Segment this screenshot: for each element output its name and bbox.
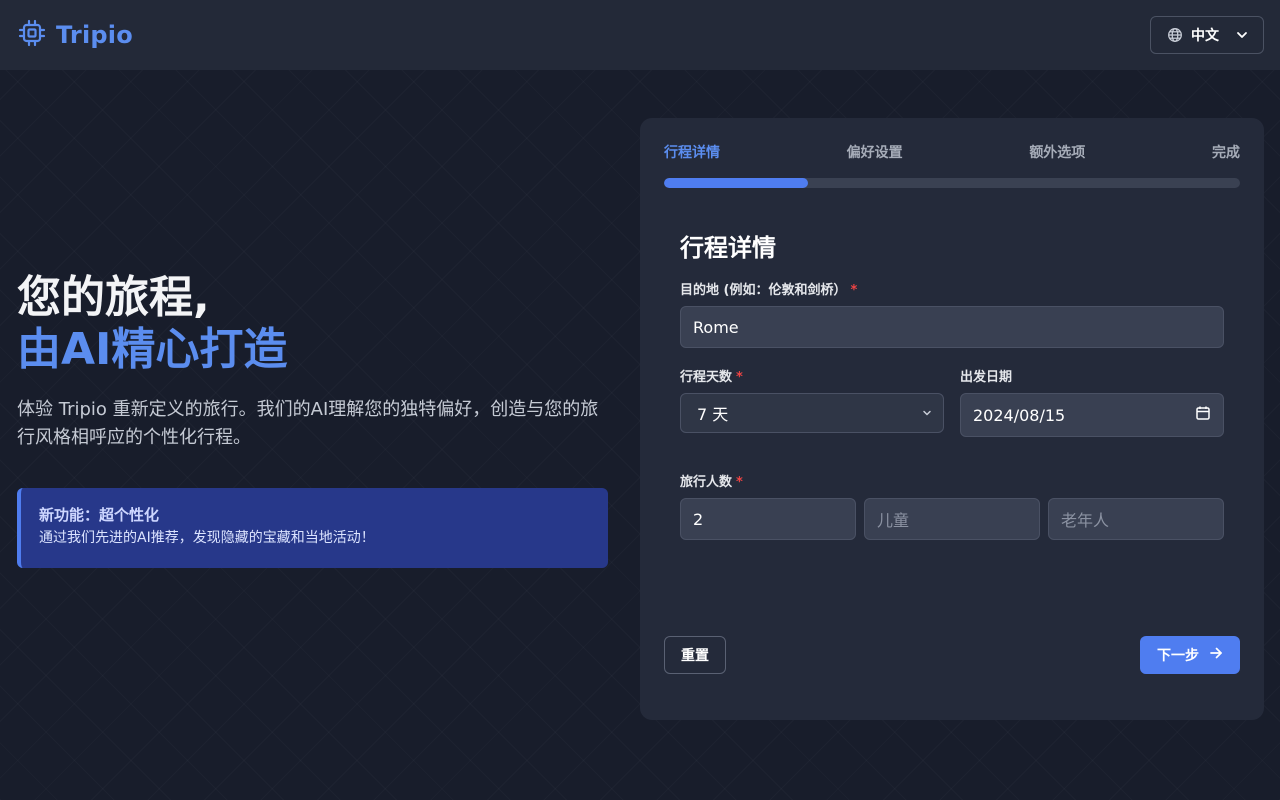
destination-input[interactable]: Rome	[680, 306, 1224, 348]
trip-form-card: 行程详情 偏好设置 额外选项 完成 行程详情 目的地 (例如：伦敦和剑桥） * R…	[640, 118, 1264, 720]
departure-date-value: 2024/08/15	[973, 405, 1066, 425]
hero-title-line2: 由AI精心打造	[17, 324, 288, 375]
children-placeholder: 儿童	[877, 511, 910, 530]
step-extra-options[interactable]: 额外选项	[1029, 142, 1085, 162]
step-preferences[interactable]: 偏好设置	[847, 142, 903, 162]
hero-title-line1: 您的旅程,	[17, 272, 210, 323]
seniors-input[interactable]: 老年人	[1048, 498, 1224, 540]
arrow-right-icon	[1209, 646, 1223, 664]
days-value: 7 天	[697, 405, 729, 424]
travelers-label: 旅行人数 *	[680, 475, 743, 490]
progress-bar-fill	[664, 178, 808, 188]
calendar-icon[interactable]	[1195, 405, 1211, 425]
progress-bar	[664, 178, 1240, 188]
destination-label: 目的地 (例如：伦敦和剑桥） *	[680, 283, 858, 298]
children-input[interactable]: 儿童	[864, 498, 1040, 540]
departure-date-label: 出发日期	[960, 370, 1013, 385]
reset-button[interactable]: 重置	[664, 636, 726, 674]
stepper: 行程详情 偏好设置 额外选项 完成	[664, 142, 1240, 162]
form-title: 行程详情	[680, 234, 776, 262]
destination-value: Rome	[693, 317, 739, 337]
adults-input[interactable]: 2	[680, 498, 856, 540]
cpu-chip-icon	[18, 19, 46, 51]
language-selector[interactable]: 中文	[1150, 16, 1264, 54]
globe-icon	[1167, 27, 1183, 43]
days-label: 行程天数 *	[680, 370, 743, 385]
top-bar: Tripio 中文	[0, 0, 1280, 70]
hero-description: 体验 Tripio 重新定义的旅行。我们的AI理解您的独特偏好，创造与您的旅行风…	[17, 399, 599, 448]
next-label: 下一步	[1157, 648, 1199, 664]
chevron-down-icon	[1235, 28, 1249, 42]
seniors-placeholder: 老年人	[1061, 511, 1110, 530]
reset-label: 重置	[681, 648, 709, 664]
brand[interactable]: Tripio	[18, 19, 133, 51]
step-trip-details[interactable]: 行程详情	[664, 142, 720, 162]
feature-title: 新功能：超个性化	[39, 506, 160, 524]
days-select[interactable]: 7 天	[680, 393, 944, 433]
hero-section: 您的旅程, 由AI精心打造 体验 Tripio 重新定义的旅行。我们的AI理解您…	[17, 272, 617, 568]
step-complete[interactable]: 完成	[1212, 142, 1240, 162]
trip-details-form: 行程详情 目的地 (例如：伦敦和剑桥） * Rome 行程天数 * 7 天 出发…	[680, 228, 1224, 540]
feature-text: 通过我们先进的AI推荐，发现隐藏的宝藏和当地活动！	[39, 530, 375, 546]
feature-callout: 新功能：超个性化 通过我们先进的AI推荐，发现隐藏的宝藏和当地活动！	[17, 488, 608, 568]
page: Tripio 中文 您的旅程, 由AI精心打造 体验 Tripio 重新定义的旅…	[0, 0, 1280, 800]
next-step-button[interactable]: 下一步	[1140, 636, 1240, 674]
language-label: 中文	[1191, 28, 1219, 44]
brand-name: Tripio	[56, 21, 133, 49]
chevron-down-icon	[921, 404, 933, 423]
adults-value: 2	[693, 509, 704, 529]
departure-date-input[interactable]: 2024/08/15	[960, 393, 1224, 437]
